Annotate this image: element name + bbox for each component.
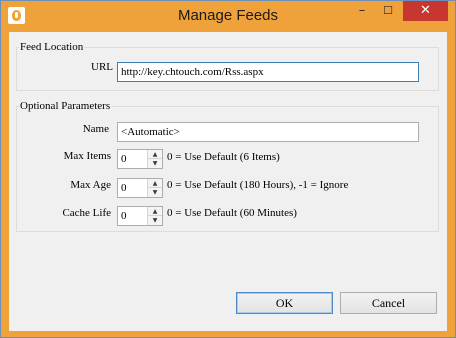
spin-down-icon[interactable]: ▼	[148, 188, 162, 197]
cache-life-value[interactable]: 0	[121, 209, 127, 223]
manage-feeds-dialog: Manage Feeds – ☐ ✕ Feed Location URL htt…	[0, 0, 456, 338]
maximize-button[interactable]: ☐	[375, 1, 401, 21]
max-items-spinner[interactable]: 0 ▲ ▼	[117, 149, 163, 169]
max-age-spinner[interactable]: 0 ▲ ▼	[117, 178, 163, 198]
max-age-hint: 0 = Use Default (180 Hours), -1 = Ignore	[167, 179, 349, 191]
max-age-label: Max Age	[70, 179, 111, 191]
title-bar[interactable]: Manage Feeds – ☐ ✕	[1, 1, 455, 32]
close-button[interactable]: ✕	[403, 1, 448, 21]
spin-down-icon[interactable]: ▼	[148, 216, 162, 225]
max-age-arrows: ▲ ▼	[147, 179, 162, 197]
optional-parameters-legend: Optional Parameters	[19, 100, 112, 112]
cache-life-hint: 0 = Use Default (60 Minutes)	[167, 207, 297, 219]
spin-up-icon[interactable]: ▲	[148, 207, 162, 216]
feed-location-legend: Feed Location	[19, 41, 85, 53]
url-input[interactable]: http://key.chtouch.com/Rss.aspx	[117, 62, 419, 82]
cancel-button[interactable]: Cancel	[340, 292, 437, 314]
max-items-value[interactable]: 0	[121, 152, 127, 166]
name-label: Name	[82, 123, 109, 135]
spin-up-icon[interactable]: ▲	[148, 150, 162, 159]
name-input[interactable]: <Automatic>	[117, 122, 419, 142]
max-items-arrows: ▲ ▼	[147, 150, 162, 168]
url-label: URL	[91, 61, 113, 73]
dialog-body: Feed Location URL http://key.chtouch.com…	[9, 32, 447, 331]
cache-life-arrows: ▲ ▼	[147, 207, 162, 225]
ok-button[interactable]: OK	[236, 292, 333, 314]
spin-down-icon[interactable]: ▼	[148, 159, 162, 168]
cache-life-label: Cache Life	[62, 207, 111, 219]
max-age-value[interactable]: 0	[121, 181, 127, 195]
max-items-hint: 0 = Use Default (6 Items)	[167, 151, 280, 163]
spin-up-icon[interactable]: ▲	[148, 179, 162, 188]
minimize-button[interactable]: –	[349, 1, 375, 21]
cache-life-spinner[interactable]: 0 ▲ ▼	[117, 206, 163, 226]
max-items-label: Max Items	[63, 150, 111, 162]
